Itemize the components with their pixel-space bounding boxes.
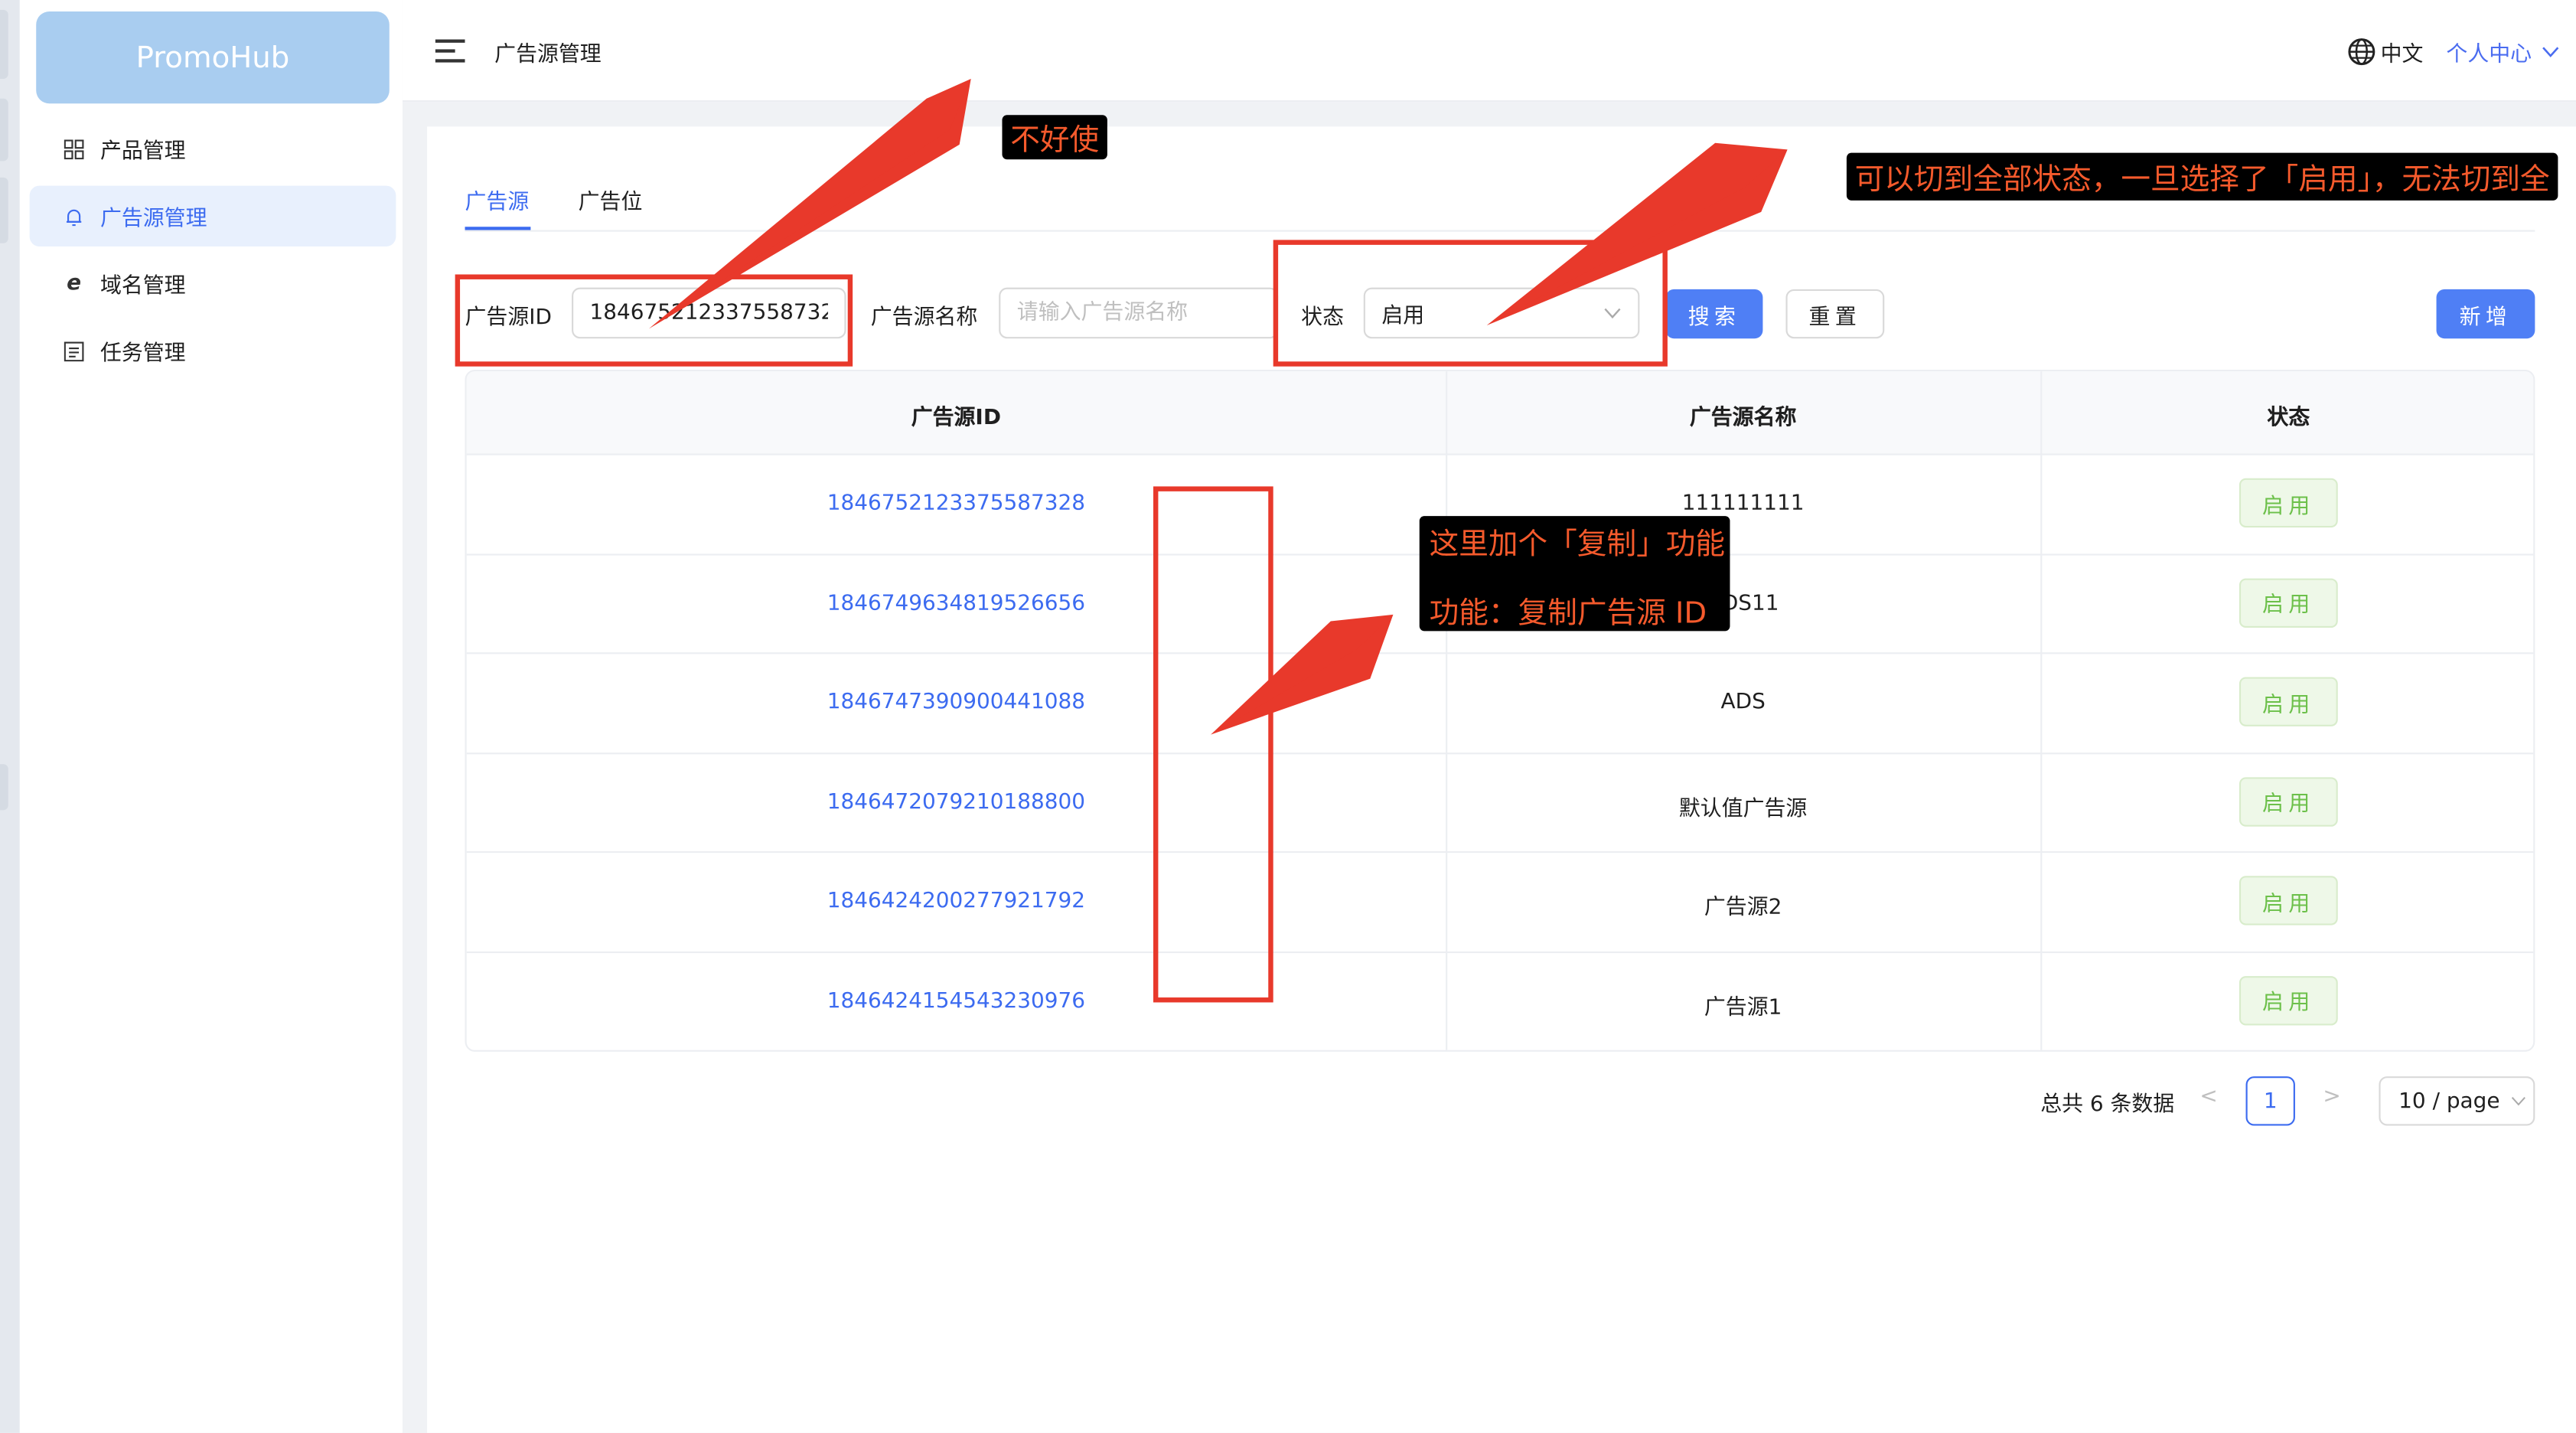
annotation-note-status: 可以切到全部状态，一旦选择了「启用」，无法切到全 xyxy=(1846,152,2558,201)
annotation-arrow xyxy=(648,79,971,329)
annotation-note-not-working: 不好使 xyxy=(1002,115,1107,160)
annotation-note-copy: 这里加个「复制」功能 功能：复制广告源 ID xyxy=(1419,516,1730,632)
annotation-arrow xyxy=(1486,142,1788,326)
annotation-note-copy-line1: 这里加个「复制」功能 xyxy=(1429,527,1726,563)
annotation-note-copy-line2: 功能：复制广告源 ID xyxy=(1429,596,1707,632)
annotation-arrows xyxy=(648,79,1788,735)
